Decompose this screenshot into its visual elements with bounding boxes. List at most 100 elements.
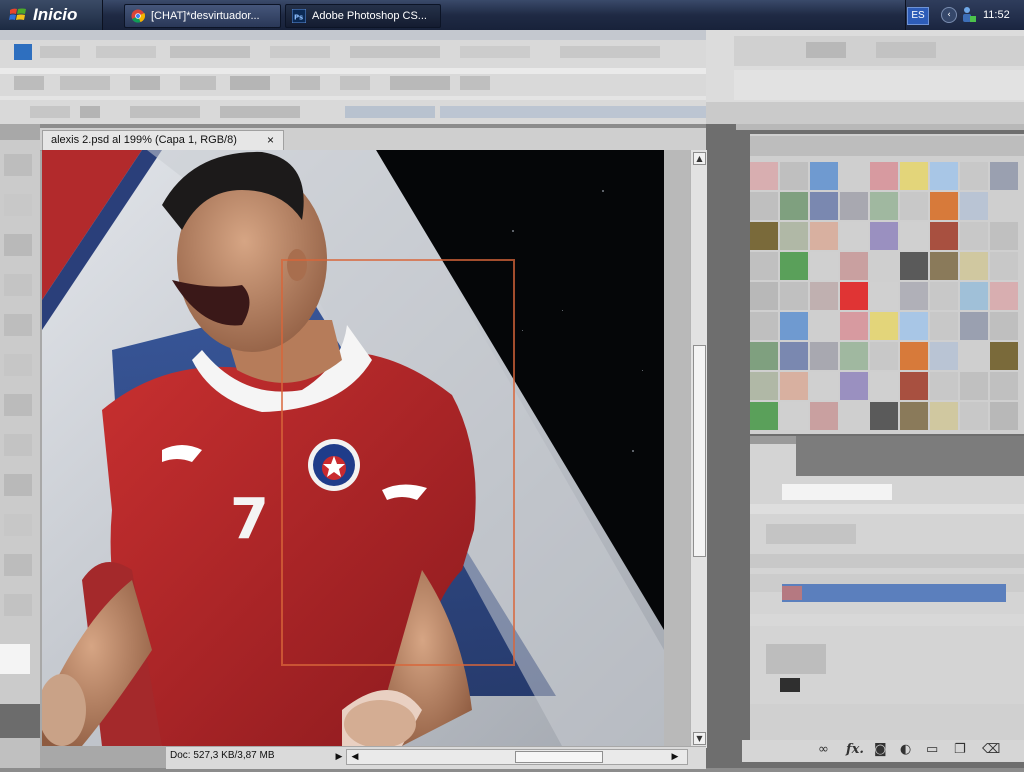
swatch[interactable] bbox=[810, 402, 838, 430]
taskbar-item-photoshop[interactable]: Ps Adobe Photoshop CS... bbox=[285, 4, 441, 28]
swatch[interactable] bbox=[780, 402, 808, 430]
swatch[interactable] bbox=[750, 342, 778, 370]
swatch[interactable] bbox=[960, 402, 988, 430]
swatch[interactable] bbox=[780, 162, 808, 190]
swatch[interactable] bbox=[990, 192, 1018, 220]
swatch[interactable] bbox=[930, 252, 958, 280]
swatch[interactable] bbox=[960, 342, 988, 370]
swatch[interactable] bbox=[930, 222, 958, 250]
swatch[interactable] bbox=[990, 372, 1018, 400]
swatch[interactable] bbox=[750, 192, 778, 220]
swatch[interactable] bbox=[840, 282, 868, 310]
swatch[interactable] bbox=[990, 282, 1018, 310]
swatch[interactable] bbox=[750, 402, 778, 430]
adjustment-icon[interactable]: ◐ bbox=[900, 742, 911, 757]
swatch[interactable] bbox=[840, 312, 868, 340]
swatch[interactable] bbox=[750, 312, 778, 340]
start-button[interactable]: Inicio bbox=[0, 0, 103, 30]
swatch[interactable] bbox=[870, 402, 898, 430]
swatch[interactable] bbox=[960, 312, 988, 340]
vertical-scroll-thumb[interactable] bbox=[693, 345, 706, 557]
swatch[interactable] bbox=[930, 162, 958, 190]
swatch[interactable] bbox=[870, 282, 898, 310]
swatch[interactable] bbox=[810, 222, 838, 250]
swatch[interactable] bbox=[900, 372, 928, 400]
swatch[interactable] bbox=[810, 282, 838, 310]
swatch[interactable] bbox=[870, 192, 898, 220]
network-user-icon[interactable] bbox=[961, 6, 977, 24]
swatch[interactable] bbox=[900, 342, 928, 370]
swatch[interactable] bbox=[870, 312, 898, 340]
swatch[interactable] bbox=[750, 252, 778, 280]
swatch[interactable] bbox=[870, 252, 898, 280]
swatch[interactable] bbox=[960, 192, 988, 220]
swatch[interactable] bbox=[750, 372, 778, 400]
swatch[interactable] bbox=[810, 252, 838, 280]
tray-expand-icon[interactable]: ‹ bbox=[941, 7, 957, 23]
status-menu-arrow-icon[interactable]: ▶ bbox=[334, 750, 344, 762]
swatch[interactable] bbox=[930, 342, 958, 370]
swatch[interactable] bbox=[780, 372, 808, 400]
folder-icon[interactable]: ▭ bbox=[926, 742, 938, 757]
trash-icon[interactable]: ⌫ bbox=[982, 742, 1000, 757]
swatch[interactable] bbox=[990, 252, 1018, 280]
swatch[interactable] bbox=[780, 282, 808, 310]
swatch[interactable] bbox=[780, 342, 808, 370]
swatch[interactable] bbox=[840, 252, 868, 280]
swatch[interactable] bbox=[930, 372, 958, 400]
new-layer-icon[interactable]: ❐ bbox=[954, 742, 966, 757]
swatch[interactable] bbox=[900, 192, 928, 220]
swatch[interactable] bbox=[900, 252, 928, 280]
document-size-info[interactable]: Doc: 527,3 KB/3,87 MB bbox=[170, 747, 275, 765]
swatch[interactable] bbox=[810, 312, 838, 340]
swatch[interactable] bbox=[840, 222, 868, 250]
swatch[interactable] bbox=[900, 312, 928, 340]
swatch[interactable] bbox=[750, 162, 778, 190]
mask-icon[interactable]: ◙ bbox=[874, 742, 887, 757]
horizontal-scroll-thumb[interactable] bbox=[515, 751, 603, 763]
swatch[interactable] bbox=[750, 222, 778, 250]
swatch[interactable] bbox=[960, 222, 988, 250]
swatch[interactable] bbox=[930, 312, 958, 340]
swatch[interactable] bbox=[780, 222, 808, 250]
swatch[interactable] bbox=[900, 402, 928, 430]
scroll-up-icon[interactable]: ▲ bbox=[693, 152, 706, 165]
taskbar-item-chrome[interactable]: [CHAT]*desvirtuador... bbox=[124, 4, 281, 28]
swatch[interactable] bbox=[840, 192, 868, 220]
swatch[interactable] bbox=[840, 342, 868, 370]
swatch[interactable] bbox=[960, 282, 988, 310]
swatch[interactable] bbox=[990, 342, 1018, 370]
fx-icon[interactable]: fx. bbox=[846, 742, 864, 757]
swatch[interactable] bbox=[780, 192, 808, 220]
swatch[interactable] bbox=[990, 312, 1018, 340]
swatch[interactable] bbox=[900, 282, 928, 310]
swatch[interactable] bbox=[810, 342, 838, 370]
scroll-left-icon[interactable]: ◀ bbox=[349, 750, 361, 762]
language-indicator[interactable]: ES bbox=[907, 7, 929, 25]
swatch[interactable] bbox=[840, 402, 868, 430]
swatch[interactable] bbox=[870, 162, 898, 190]
swatch[interactable] bbox=[810, 372, 838, 400]
link-icon[interactable]: ∞ bbox=[818, 742, 829, 757]
swatch[interactable] bbox=[780, 252, 808, 280]
swatch[interactable] bbox=[870, 222, 898, 250]
scroll-down-icon[interactable]: ▼ bbox=[693, 732, 706, 745]
swatch[interactable] bbox=[960, 372, 988, 400]
swatch[interactable] bbox=[990, 162, 1018, 190]
swatch[interactable] bbox=[900, 162, 928, 190]
horizontal-scrollbar[interactable]: ◀ ▶ bbox=[346, 749, 688, 765]
swatch[interactable] bbox=[840, 372, 868, 400]
swatch[interactable] bbox=[750, 282, 778, 310]
swatch[interactable] bbox=[930, 192, 958, 220]
image-canvas[interactable]: 7 bbox=[42, 150, 664, 746]
swatch[interactable] bbox=[960, 162, 988, 190]
close-icon[interactable]: × bbox=[267, 131, 274, 150]
swatch[interactable] bbox=[930, 282, 958, 310]
swatch[interactable] bbox=[990, 402, 1018, 430]
vertical-scrollbar[interactable]: ▲ ▼ bbox=[690, 150, 707, 748]
swatch[interactable] bbox=[840, 162, 868, 190]
swatch[interactable] bbox=[990, 222, 1018, 250]
swatch[interactable] bbox=[810, 192, 838, 220]
swatch[interactable] bbox=[780, 312, 808, 340]
swatch[interactable] bbox=[960, 252, 988, 280]
